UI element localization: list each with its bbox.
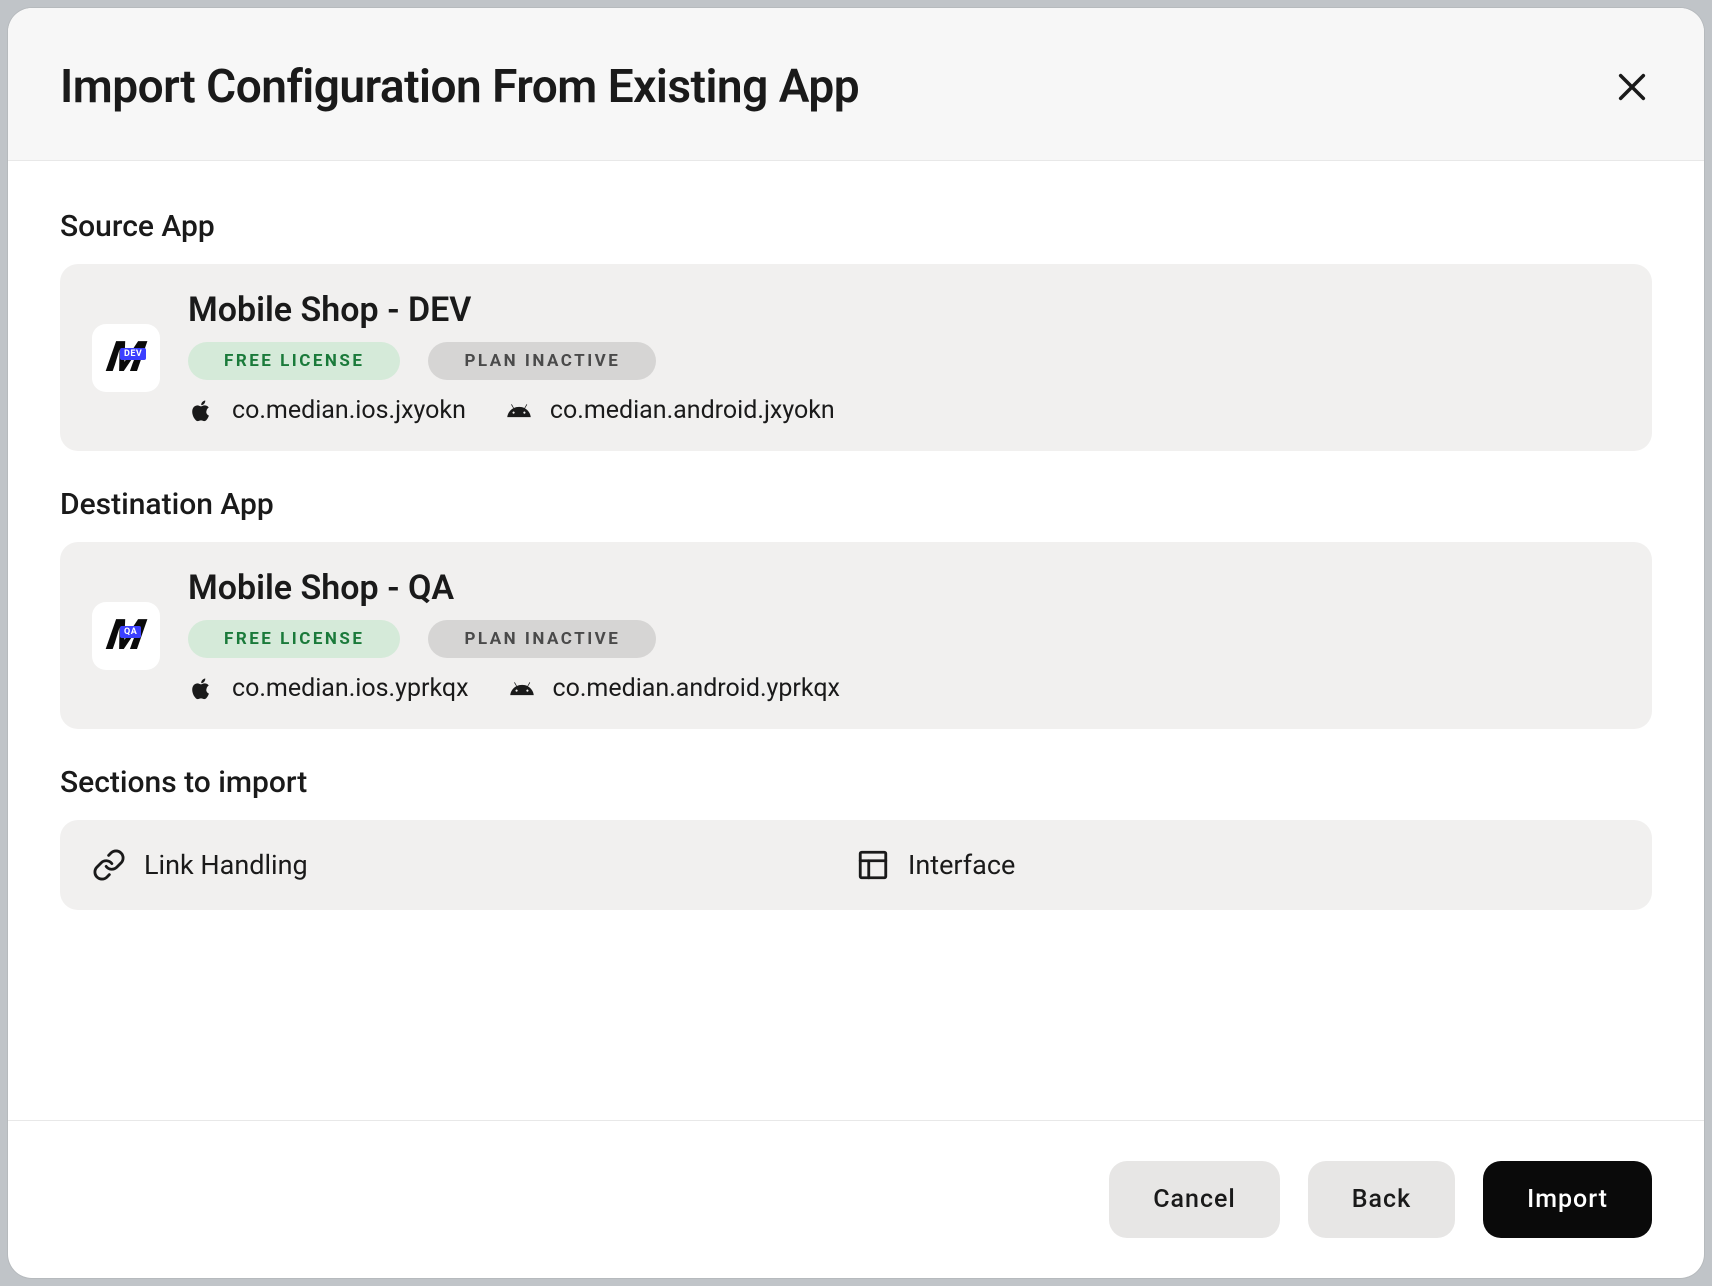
- sections-to-import-label: Sections to import: [60, 765, 1652, 800]
- destination-platforms-row: co.median.ios.yprkqx co.median.android.y…: [188, 674, 1620, 703]
- source-badges-row: FREE LICENSE PLAN INACTIVE: [188, 342, 1620, 380]
- android-package-id: co.median.android.jxyokn: [550, 396, 835, 425]
- modal-title: Import Configuration From Existing App: [60, 60, 859, 114]
- import-config-modal: Import Configuration From Existing App S…: [8, 8, 1704, 1278]
- close-icon: [1615, 70, 1649, 104]
- android-package-id: co.median.android.yprkqx: [553, 674, 840, 703]
- license-badge: FREE LICENSE: [188, 342, 400, 380]
- section-name: Interface: [908, 849, 1015, 881]
- source-app-icon: M DEV: [92, 324, 160, 392]
- destination-app-card: M QA Mobile Shop - QA FREE LICENSE PLAN …: [60, 542, 1652, 729]
- back-button[interactable]: Back: [1308, 1161, 1455, 1238]
- close-button[interactable]: [1612, 67, 1652, 107]
- destination-app-icon: M QA: [92, 602, 160, 670]
- cancel-button[interactable]: Cancel: [1109, 1161, 1280, 1238]
- destination-app-details: Mobile Shop - QA FREE LICENSE PLAN INACT…: [188, 568, 1620, 703]
- android-platform: co.median.android.yprkqx: [509, 674, 840, 703]
- source-app-icon-badge: DEV: [120, 348, 146, 360]
- destination-badges-row: FREE LICENSE PLAN INACTIVE: [188, 620, 1620, 658]
- android-icon: [506, 398, 532, 424]
- sections-card: Link Handling Interface: [60, 820, 1652, 910]
- license-badge: FREE LICENSE: [188, 620, 400, 658]
- section-item-link-handling: Link Handling: [92, 848, 856, 882]
- link-icon: [92, 848, 126, 882]
- android-platform: co.median.android.jxyokn: [506, 396, 835, 425]
- plan-badge: PLAN INACTIVE: [428, 342, 656, 380]
- source-app-label: Source App: [60, 209, 1652, 244]
- destination-app-icon-badge: QA: [120, 626, 141, 638]
- source-app-details: Mobile Shop - DEV FREE LICENSE PLAN INAC…: [188, 290, 1620, 425]
- import-button[interactable]: Import: [1483, 1161, 1652, 1238]
- ios-platform: co.median.ios.yprkqx: [188, 674, 469, 703]
- section-name: Link Handling: [144, 849, 308, 881]
- destination-app-name: Mobile Shop - QA: [188, 568, 1620, 608]
- ios-platform: co.median.ios.jxyokn: [188, 396, 466, 425]
- modal-header: Import Configuration From Existing App: [8, 8, 1704, 161]
- destination-app-label: Destination App: [60, 487, 1652, 522]
- apple-icon: [188, 676, 214, 702]
- layout-icon: [856, 848, 890, 882]
- apple-icon: [188, 398, 214, 424]
- modal-footer: Cancel Back Import: [8, 1120, 1704, 1278]
- modal-body: Source App M DEV Mobile Shop - DEV FREE …: [8, 161, 1704, 1120]
- source-platforms-row: co.median.ios.jxyokn co.median.android.j…: [188, 396, 1620, 425]
- plan-badge: PLAN INACTIVE: [428, 620, 656, 658]
- source-app-card: M DEV Mobile Shop - DEV FREE LICENSE PLA…: [60, 264, 1652, 451]
- android-icon: [509, 676, 535, 702]
- ios-bundle-id: co.median.ios.jxyokn: [232, 396, 466, 425]
- source-app-name: Mobile Shop - DEV: [188, 290, 1620, 330]
- section-item-interface: Interface: [856, 848, 1620, 882]
- ios-bundle-id: co.median.ios.yprkqx: [232, 674, 469, 703]
